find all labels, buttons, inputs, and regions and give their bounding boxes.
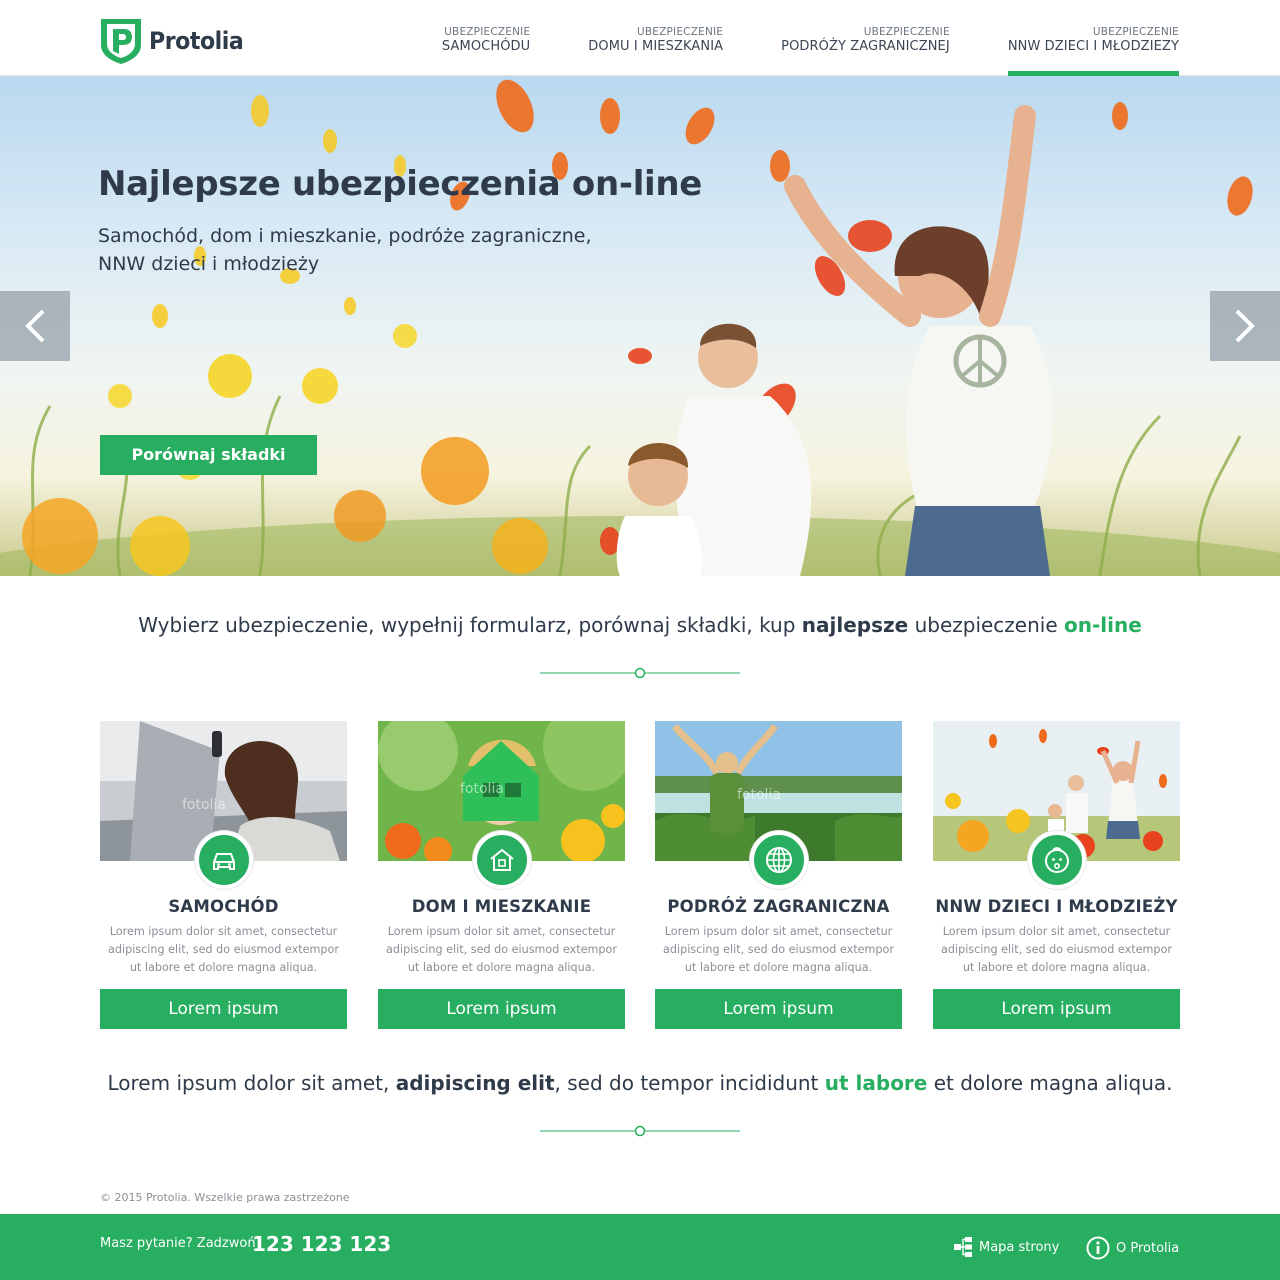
globe-icon-badge — [750, 831, 808, 889]
nav-item-label: PODRÓŻY ZAGRANICZNEJ — [781, 39, 950, 54]
section-divider — [540, 667, 740, 679]
hero-title: Najlepsze ubezpieczenia on-line — [98, 164, 703, 204]
insurance-card-kids: NNW DZIECI I MŁODZIEŻY Lorem ipsum dolor… — [933, 721, 1180, 1029]
copyright: © 2015 Protolia. Wszelkie prawa zastrzeż… — [100, 1191, 350, 1204]
intro-tagline: Wybierz ubezpieczenie, wypełnij formular… — [0, 613, 1280, 637]
insurance-card-home: fotolia DOM I MIESZKANIE Lorem ipsum dol… — [378, 721, 625, 1029]
slider-prev-button[interactable] — [0, 291, 70, 361]
card-button[interactable]: Lorem ipsum — [933, 989, 1180, 1029]
outro-text: Lorem ipsum dolor sit amet, — [107, 1071, 396, 1095]
house-icon-badge — [473, 831, 531, 889]
nav-item-kicker: UBEZPIECZENIE — [637, 26, 724, 38]
card-watermark: fotolia — [737, 787, 781, 803]
intro-bold: najlepsze — [801, 613, 909, 637]
card-description: Lorem ipsum dolor sit amet, consectetur … — [386, 925, 617, 974]
sitemap-icon — [953, 1236, 973, 1258]
card-description: Lorem ipsum dolor sit amet, consectetur … — [663, 925, 894, 974]
logo[interactable]: Protolia — [99, 16, 252, 66]
nav-item-label: SAMOCHÓDU — [441, 39, 531, 54]
car-icon-badge — [195, 831, 253, 889]
outro-text: , sed do tempor incididunt — [554, 1071, 825, 1095]
card-description: Lorem ipsum dolor sit amet, consectetur … — [108, 925, 339, 974]
card-watermark: fotolia — [182, 797, 226, 813]
nav-item-samochod[interactable]: UBEZPIECZENIE SAMOCHÓDU — [442, 0, 530, 76]
intro-text: Wybierz ubezpieczenie, wypełnij formular… — [138, 613, 802, 637]
footer-phone[interactable]: 123 123 123 — [252, 1232, 391, 1256]
about-link[interactable]: O Protolia — [1086, 1236, 1179, 1260]
slider-next-button[interactable] — [1210, 291, 1280, 361]
hero-image — [0, 79, 1280, 576]
outro-tagline: Lorem ipsum dolor sit amet, adipiscing e… — [0, 1071, 1280, 1095]
card-title: SAMOCHÓD — [168, 897, 279, 916]
card-button[interactable]: Lorem ipsum — [378, 989, 625, 1029]
baby-face-icon — [1045, 847, 1069, 873]
nav-item-kicker: UBEZPIECZENIE — [1092, 26, 1179, 38]
hero-slider: Najlepsze ubezpieczenia on-line Samochód… — [0, 76, 1280, 576]
nav-item-label: DOMU I MIESZKANIA — [588, 39, 724, 54]
nav-item-dom[interactable]: UBEZPIECZENIE DOMU I MIESZKANIA — [588, 0, 723, 76]
globe-icon — [766, 847, 792, 873]
hero-subtitle: Samochód, dom i mieszkanie, podróże zagr… — [98, 225, 592, 275]
nav-item-label: NNW DZIECI I MŁODZIEZY — [1007, 39, 1179, 54]
sitemap-link[interactable]: Mapa strony — [953, 1236, 1059, 1258]
sitemap-label: Mapa strony — [979, 1239, 1060, 1255]
outro-highlight: ut labore — [824, 1071, 928, 1095]
card-title: PODRÓŻ ZAGRANICZNA — [667, 897, 890, 916]
intro-text: ubezpieczenie — [908, 613, 1064, 637]
card-title: NNW DZIECI I MŁODZIEŻY — [935, 897, 1178, 916]
shield-logo-icon — [101, 19, 141, 64]
card-button[interactable]: Lorem ipsum — [100, 989, 347, 1029]
info-icon — [1086, 1236, 1110, 1260]
site-header: Protolia UBEZPIECZENIE SAMOCHÓDU UBEZPIE… — [0, 0, 1280, 76]
nav-item-podroz[interactable]: UBEZPIECZENIE PODRÓŻY ZAGRANICZNEJ — [781, 0, 950, 76]
card-watermark: fotolia — [460, 781, 504, 797]
chevron-right-icon — [1235, 309, 1255, 343]
outro-bold: adipiscing elit — [395, 1071, 555, 1095]
about-label: O Protolia — [1116, 1240, 1180, 1256]
footer-question: Masz pytanie? Zadzwoń — [100, 1236, 256, 1251]
card-title: DOM I MIESZKANIE — [411, 897, 592, 916]
site-footer: Masz pytanie? Zadzwoń 123 123 123 Mapa s… — [0, 1214, 1280, 1280]
logo-text: Protolia — [149, 27, 244, 55]
insurance-card-car: fotolia SAMOCHÓD Lorem ipsum dolor sit a… — [100, 721, 347, 1029]
insurance-card-travel: fotolia PODRÓŻ ZAGRANICZNA Lorem ipsum d… — [655, 721, 902, 1029]
compare-premiums-button[interactable]: Porównaj składki — [100, 435, 317, 475]
section-divider — [540, 1125, 740, 1137]
nav-item-kicker: UBEZPIECZENIE — [863, 26, 950, 38]
house-icon — [490, 848, 514, 871]
intro-highlight: on-line — [1064, 613, 1142, 637]
main-nav: UBEZPIECZENIE SAMOCHÓDU UBEZPIECZENIE DO… — [384, 0, 1180, 76]
card-description: Lorem ipsum dolor sit amet, consectetur … — [941, 925, 1172, 974]
card-button[interactable]: Lorem ipsum — [655, 989, 902, 1029]
nav-item-nnw[interactable]: UBEZPIECZENIE NNW DZIECI I MŁODZIEZY — [1007, 0, 1180, 76]
nav-item-kicker: UBEZPIECZENIE — [444, 26, 531, 38]
car-icon — [213, 853, 235, 870]
outro-text: et dolore magna aliqua. — [927, 1071, 1173, 1095]
baby-face-icon-badge — [1028, 831, 1086, 889]
chevron-left-icon — [25, 309, 45, 343]
